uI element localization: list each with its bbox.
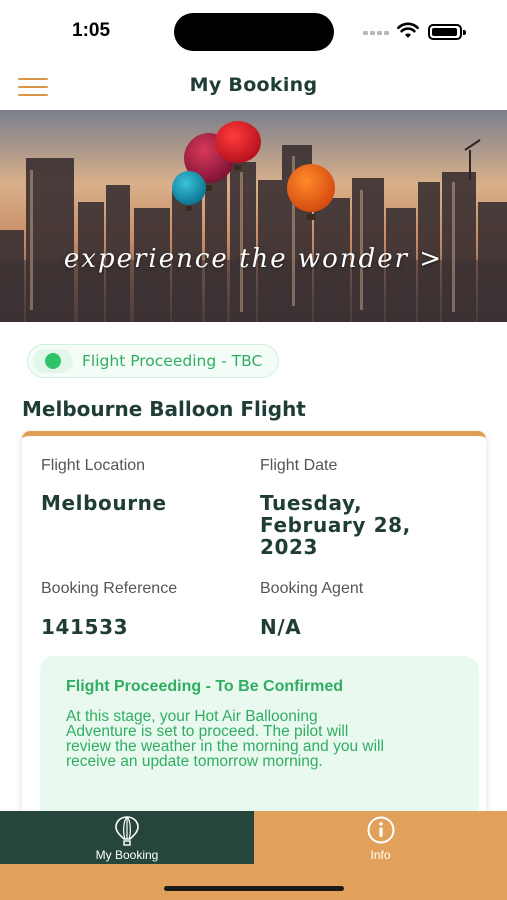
status-bar: 1:05 xyxy=(0,0,507,62)
top-header: My Booking xyxy=(0,62,507,110)
info-icon xyxy=(367,816,394,844)
status-notice-box: Flight Proceeding - To Be Confirmed At t… xyxy=(40,656,479,831)
notice-line: At this stage, your Hot Air Ballooning xyxy=(66,708,318,725)
booking-details-card: Flight Location Melbourne Flight Date Tu… xyxy=(22,431,486,831)
banner-tagline: experience the wonder > xyxy=(63,244,444,274)
flight-date-line: February 28, xyxy=(260,513,411,537)
booking-agent-value: N/A xyxy=(260,615,302,639)
hot-air-balloon-icon xyxy=(115,816,139,846)
signal-icon xyxy=(363,31,391,37)
tab-info[interactable]: Info xyxy=(254,811,507,864)
city-balloons-image xyxy=(0,110,507,322)
booking-agent-label: Booking Agent xyxy=(260,580,364,597)
home-indicator[interactable] xyxy=(164,886,344,891)
flight-date-value: Tuesday, February 28, 2023 xyxy=(260,492,411,558)
notice-line: review the weather in the morning and yo… xyxy=(66,738,384,755)
flight-date-line: Tuesday, xyxy=(260,491,363,515)
flight-location-label: Flight Location xyxy=(41,457,146,474)
notice-body: At this stage, your Hot Air Ballooning A… xyxy=(66,708,453,770)
tab-label: Info xyxy=(370,848,391,862)
promo-banner[interactable]: experience the wonder > xyxy=(0,110,507,322)
flight-date-line: 2023 xyxy=(260,535,319,559)
dynamic-island xyxy=(174,13,334,51)
wifi-icon xyxy=(397,22,419,38)
battery-icon xyxy=(428,24,466,40)
notice-line: receive an update tomorrow morning. xyxy=(66,753,323,770)
booking-reference-value: 141533 xyxy=(41,615,129,639)
flight-status-label: Flight Proceeding - TBC xyxy=(82,352,263,370)
flight-status-badge: Flight Proceeding - TBC xyxy=(27,344,280,378)
tab-my-booking[interactable]: My Booking xyxy=(0,811,254,864)
booking-reference-label: Booking Reference xyxy=(41,580,178,597)
clock-time: 1:05 xyxy=(72,20,111,41)
page-title: My Booking xyxy=(189,74,318,96)
flight-location-value: Melbourne xyxy=(41,491,167,515)
flight-title: Melbourne Balloon Flight xyxy=(22,397,306,421)
notice-title: Flight Proceeding - To Be Confirmed xyxy=(66,678,344,695)
tab-label: My Booking xyxy=(95,848,159,862)
notice-line: Adventure is set to proceed. The pilot w… xyxy=(66,723,349,740)
status-indicator-dot xyxy=(33,349,73,373)
flight-date-label: Flight Date xyxy=(260,457,338,474)
